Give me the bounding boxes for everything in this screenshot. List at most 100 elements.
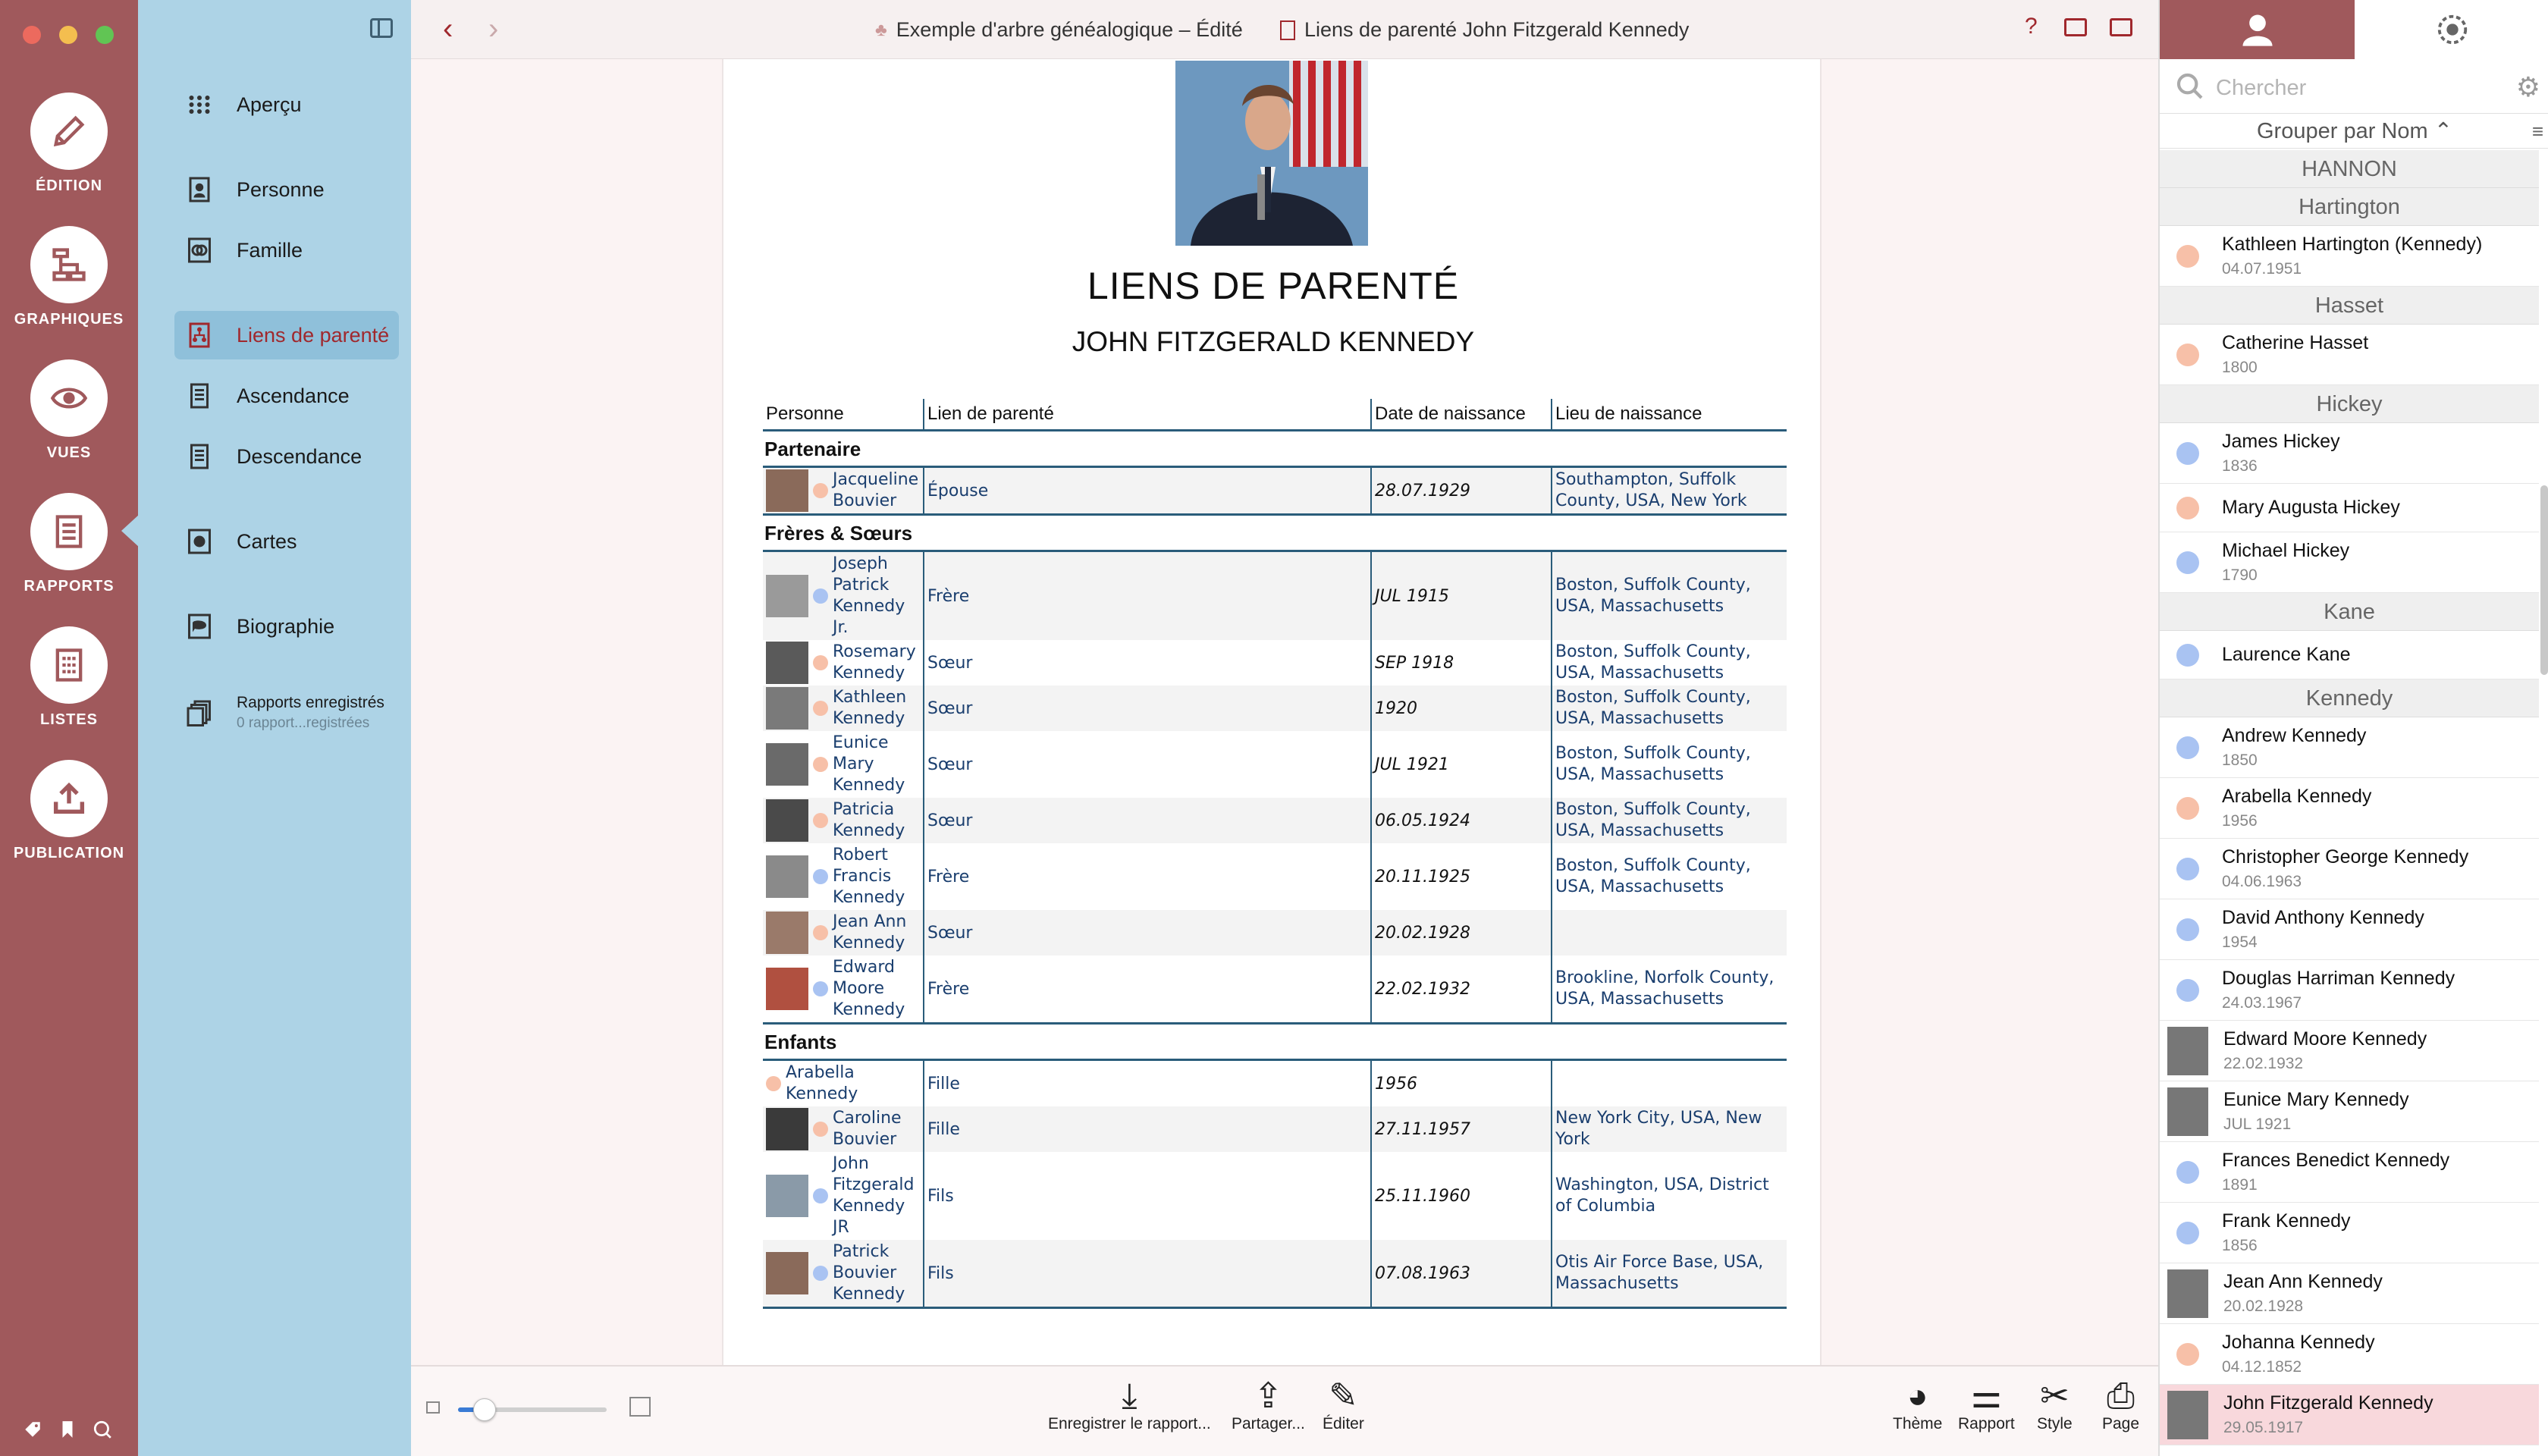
- bookmark-icon[interactable]: [58, 1420, 77, 1439]
- theme-button[interactable]: ◕ Thème: [1893, 1376, 1942, 1433]
- person-link[interactable]: Edward Moore Kennedy: [833, 957, 920, 1021]
- page-button[interactable]: ⎙ Page: [2102, 1376, 2139, 1433]
- nav-item-biographie[interactable]: Biographie: [174, 602, 399, 651]
- person-link[interactable]: Patricia Kennedy: [833, 799, 920, 842]
- globe-search-icon[interactable]: [93, 1420, 112, 1439]
- nav-item-personne[interactable]: Personne: [174, 165, 399, 214]
- birth-place-link[interactable]: Boston, Suffolk County, USA, Massachuset…: [1551, 551, 1787, 640]
- person-link[interactable]: Patrick Bouvier Kennedy: [833, 1241, 920, 1305]
- list-icon: [55, 648, 83, 682]
- birth-place-link[interactable]: Boston, Suffolk County, USA, Massachuset…: [1551, 731, 1787, 798]
- rail-vues-button[interactable]: VUES: [0, 359, 138, 462]
- person-link[interactable]: Arabella Kennedy: [786, 1062, 920, 1105]
- birth-place-link[interactable]: [1551, 1059, 1787, 1106]
- birth-place-link[interactable]: Otis Air Force Base, USA, Massachusetts: [1551, 1240, 1787, 1309]
- person-list-item[interactable]: Frank Kennedy 1856: [2160, 1203, 2539, 1263]
- person-list-item[interactable]: Christopher George Kennedy 04.06.1963: [2160, 839, 2539, 899]
- person-birth-date: 22.02.1932: [2223, 1055, 2304, 1072]
- person-list-item[interactable]: Kathleen Hartington (Kennedy) 04.07.1951: [2160, 226, 2539, 287]
- back-arrow-icon[interactable]: ‹: [443, 14, 453, 44]
- person-link[interactable]: Jean Ann Kennedy: [833, 912, 920, 954]
- person-list-item[interactable]: Frances Benedict Kennedy 1891: [2160, 1142, 2539, 1203]
- nav-item-descendance[interactable]: Descendance: [174, 432, 399, 481]
- rail-listes-button[interactable]: LISTES: [0, 626, 138, 729]
- share-button[interactable]: ⇪ Partager...: [1232, 1376, 1305, 1433]
- person-list-item[interactable]: Arabella Kennedy 1956: [2160, 778, 2539, 839]
- person-list-item[interactable]: Michael Hickey 1790: [2160, 532, 2539, 593]
- birth-place-link[interactable]: Boston, Suffolk County, USA, Massachuset…: [1551, 798, 1787, 843]
- birth-place-link[interactable]: Southampton, Suffolk County, USA, New Yo…: [1551, 466, 1787, 516]
- tag-icon[interactable]: [23, 1420, 42, 1439]
- person-list: HANNON Hartington Kathleen Hartington (Ke…: [2160, 150, 2539, 1445]
- person-link[interactable]: Joseph Patrick Kennedy Jr.: [833, 554, 920, 639]
- group-by-selector[interactable]: Grouper par Nom ⌃ ≡: [2160, 114, 2548, 149]
- sort-icon[interactable]: ≡: [2532, 114, 2543, 149]
- rail-rapports-button[interactable]: RAPPORTS: [0, 493, 138, 595]
- zoom-slider-knob[interactable]: [473, 1398, 496, 1421]
- person-link[interactable]: John Fitzgerald Kennedy JR: [833, 1153, 920, 1238]
- person-list-item[interactable]: Catherine Hasset 1800: [2160, 325, 2539, 385]
- style-button[interactable]: ✂ Style: [2037, 1376, 2073, 1433]
- person-link[interactable]: Kathleen Kennedy: [833, 687, 920, 730]
- rail-edition-button[interactable]: ÉDITION: [0, 93, 138, 195]
- rail-graphiques-button[interactable]: GRAPHIQUES: [0, 226, 138, 328]
- person-list-item[interactable]: Douglas Harriman Kennedy 24.03.1967: [2160, 960, 2539, 1021]
- nav-item-saved-reports[interactable]: Rapports enregistrés 0 rapport...registr…: [174, 682, 399, 743]
- person-list-item[interactable]: Mary Augusta Hickey: [2160, 484, 2539, 532]
- nav-item-apercu[interactable]: Aperçu: [174, 80, 399, 129]
- person-list-item[interactable]: Johanna Kennedy 04.12.1852: [2160, 1324, 2539, 1385]
- sidebar-toggle-icon[interactable]: [370, 18, 393, 38]
- gender-dot: [2176, 343, 2199, 366]
- section-header-row: Frères & Sœurs: [763, 514, 1787, 552]
- zoom-slider[interactable]: [458, 1398, 607, 1421]
- window-layout-icon[interactable]: [2064, 18, 2087, 36]
- relationship-icon: [185, 320, 214, 350]
- person-cell: Robert Francis Kennedy: [763, 843, 924, 910]
- birth-place-link[interactable]: Brookline, Norfolk County, USA, Massachu…: [1551, 956, 1787, 1025]
- edit-button[interactable]: ✎ Éditer: [1323, 1376, 1364, 1433]
- save-report-button[interactable]: ⤓ Enregistrer le rapport...: [1048, 1376, 1211, 1433]
- settings-gear-icon[interactable]: ⚙: [2516, 71, 2540, 103]
- person-link[interactable]: Rosemary Kennedy: [833, 642, 920, 684]
- person-list-item[interactable]: James Hickey 1836: [2160, 423, 2539, 484]
- person-thumbnail: [766, 469, 808, 512]
- forward-arrow-icon[interactable]: ›: [488, 14, 498, 44]
- person-name: Christopher George Kennedy: [2222, 846, 2469, 868]
- gender-dot: [813, 1266, 828, 1281]
- report-options-button[interactable]: ⚌ Rapport: [1958, 1376, 2015, 1433]
- relation-cell: Frère: [923, 956, 1371, 1025]
- nav-item-famille[interactable]: Famille: [174, 226, 399, 275]
- search-input[interactable]: Chercher: [2216, 76, 2306, 101]
- nav-item-cartes[interactable]: Cartes: [174, 517, 399, 566]
- person-link[interactable]: Robert Francis Kennedy: [833, 845, 920, 908]
- tab-persons[interactable]: [2160, 0, 2355, 59]
- nav-item-liens-de-parente[interactable]: Liens de parenté: [174, 311, 399, 359]
- person-list-item[interactable]: Edward Moore Kennedy 22.02.1932: [2160, 1021, 2539, 1081]
- zoom-window-button[interactable]: [96, 26, 114, 44]
- help-icon[interactable]: ?: [2025, 14, 2038, 39]
- close-window-button[interactable]: [23, 26, 41, 44]
- birth-place-link[interactable]: New York City, USA, New York: [1551, 1106, 1787, 1152]
- person-list-item[interactable]: Eunice Mary Kennedy JUL 1921: [2160, 1081, 2539, 1142]
- birth-place-link[interactable]: Boston, Suffolk County, USA, Massachuset…: [1551, 640, 1787, 686]
- person-link[interactable]: Jacqueline Bouvier: [833, 469, 920, 512]
- person-link[interactable]: Eunice Mary Kennedy: [833, 733, 920, 796]
- birth-place-link[interactable]: Washington, USA, District of Columbia: [1551, 1152, 1787, 1240]
- birth-place-link[interactable]: Boston, Suffolk County, USA, Massachuset…: [1551, 686, 1787, 731]
- birth-place-link[interactable]: Boston, Suffolk County, USA, Massachuset…: [1551, 843, 1787, 910]
- tab-options[interactable]: [2355, 0, 2548, 59]
- nav-item-ascendance[interactable]: Ascendance: [174, 372, 399, 420]
- person-link[interactable]: Caroline Bouvier: [833, 1108, 920, 1150]
- person-list-item[interactable]: Andrew Kennedy 1850: [2160, 717, 2539, 778]
- person-list-scrollbar[interactable]: [2540, 485, 2548, 675]
- person-search[interactable]: Chercher ⚙: [2160, 61, 2548, 114]
- person-list-item[interactable]: John Fitzgerald Kennedy 29.05.1917: [2160, 1385, 2539, 1445]
- person-list-item[interactable]: David Anthony Kennedy 1954: [2160, 899, 2539, 960]
- rail-publication-button[interactable]: PUBLICATION: [0, 760, 138, 862]
- relation-cell: Fille: [923, 1106, 1371, 1152]
- person-list-item[interactable]: Jean Ann Kennedy 20.02.1928: [2160, 1263, 2539, 1324]
- person-list-item[interactable]: Laurence Kane: [2160, 631, 2539, 679]
- minimize-window-button[interactable]: [59, 26, 77, 44]
- inspector-toggle-icon[interactable]: [2110, 18, 2132, 36]
- birth-place-link[interactable]: [1551, 910, 1787, 956]
